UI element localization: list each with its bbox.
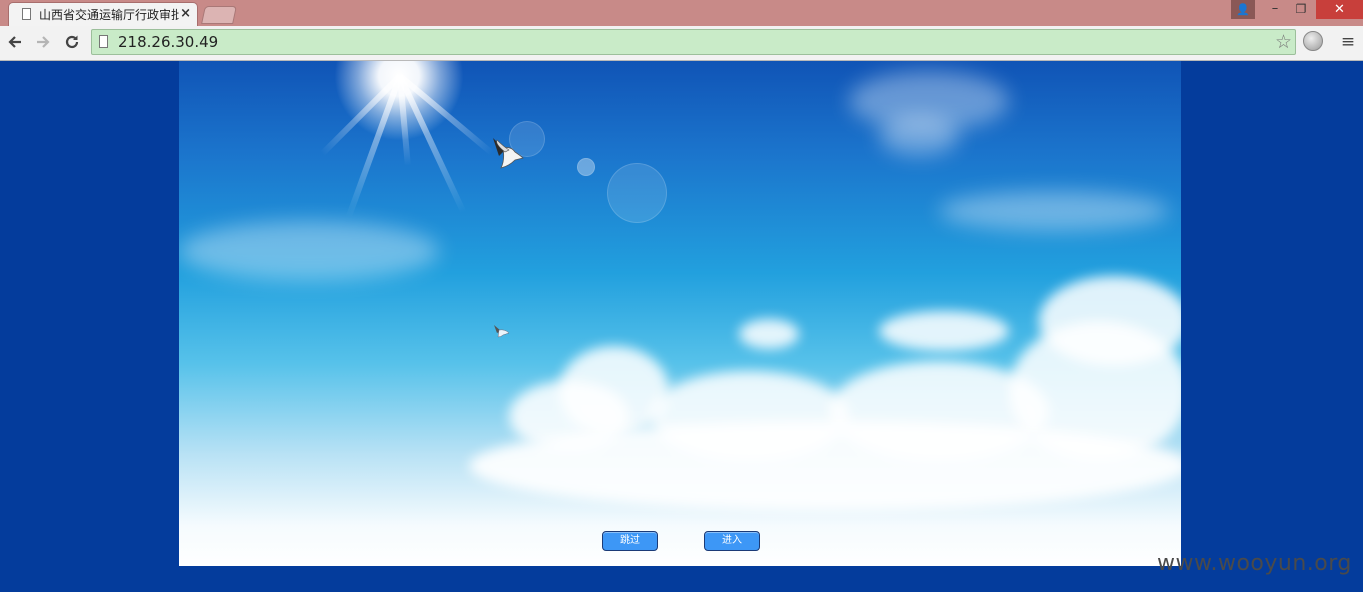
lens-flare [577, 158, 595, 176]
browser-toolbar: 218.26.30.49 ☆ ≡ [0, 26, 1363, 61]
new-tab-button[interactable] [201, 6, 237, 24]
back-icon[interactable] [3, 31, 27, 53]
cloud [469, 421, 1181, 511]
globe-icon[interactable] [1303, 31, 1323, 51]
cloud [939, 191, 1169, 231]
cloud [879, 311, 1009, 351]
user-icon[interactable]: 👤 [1231, 0, 1255, 19]
lens-flare [607, 163, 667, 223]
cloud [739, 319, 799, 349]
seagull-icon [494, 325, 510, 338]
cloud [879, 116, 959, 156]
title-bar: 山西省交通运输厅行政审批 × 👤 – ❐ ✕ [0, 0, 1363, 26]
forward-icon[interactable] [31, 31, 55, 53]
menu-icon[interactable]: ≡ [1338, 31, 1358, 53]
minimize-button[interactable]: – [1264, 1, 1286, 17]
restore-button[interactable]: ❐ [1290, 1, 1312, 17]
tab-close-icon[interactable]: × [180, 6, 191, 22]
skip-button[interactable]: 跳过 [602, 531, 658, 551]
sun [334, 61, 464, 141]
seagull-icon [493, 138, 524, 169]
address-bar[interactable]: 218.26.30.49 ☆ [91, 29, 1296, 55]
enter-button[interactable]: 进入 [704, 531, 760, 551]
page-icon [22, 8, 31, 20]
tab-title: 山西省交通运输厅行政审批 [39, 8, 179, 22]
reload-icon[interactable] [60, 31, 84, 53]
watermark-text: www.wooyun.org [1157, 551, 1352, 576]
browser-tab[interactable]: 山西省交通运输厅行政审批 × [8, 2, 198, 26]
cloud [179, 221, 439, 281]
close-window-button[interactable]: ✕ [1316, 0, 1363, 19]
sky-banner: 跳过 进入 [179, 61, 1181, 566]
star-icon[interactable]: ☆ [1275, 31, 1292, 53]
page-icon [99, 35, 108, 48]
url-text[interactable]: 218.26.30.49 [118, 33, 218, 52]
